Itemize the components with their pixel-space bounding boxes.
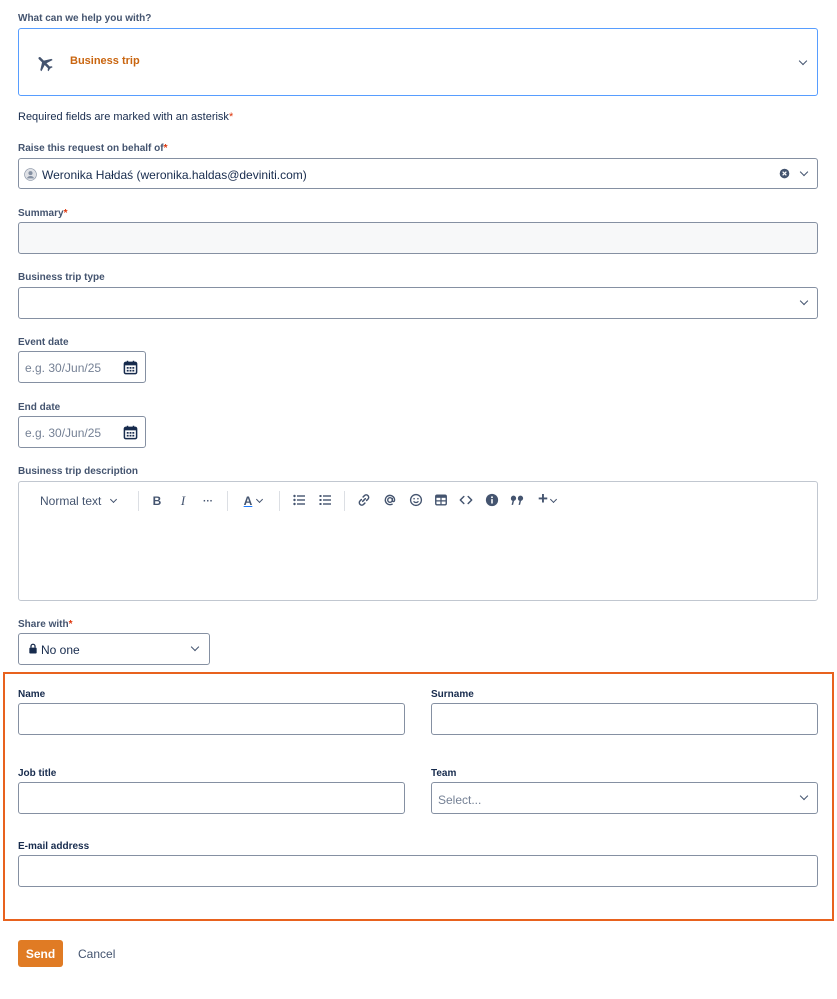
info-panel-icon[interactable] (485, 493, 499, 507)
text-color-button[interactable]: A (240, 492, 256, 510)
user-avatar-icon (24, 168, 37, 181)
end-date-input[interactable]: e.g. 30/Jun/25 (18, 416, 146, 448)
end-date-placeholder: e.g. 30/Jun/25 (25, 426, 102, 440)
team-label: Team (431, 768, 457, 779)
toolbar-divider (344, 491, 345, 511)
airplane-icon (38, 57, 53, 72)
behalf-label: Raise this request on behalf of* (18, 143, 168, 154)
toolbar-divider (138, 491, 139, 511)
chevron-down-icon (110, 495, 118, 503)
share-with-label: Share with* (18, 619, 73, 630)
table-icon[interactable] (434, 493, 448, 507)
name-input[interactable] (18, 703, 405, 735)
bullet-list-icon[interactable] (293, 494, 305, 506)
name-label: Name (18, 689, 46, 700)
summary-label: Summary* (18, 208, 68, 219)
request-type-label: What can we help you with? (18, 13, 152, 24)
required-asterisk: * (228, 111, 234, 123)
send-button[interactable]: Send (18, 940, 63, 967)
surname-input[interactable] (431, 703, 818, 735)
clear-icon[interactable] (779, 168, 790, 179)
emoji-icon[interactable] (409, 493, 423, 507)
email-label: E-mail address (18, 841, 90, 852)
event-date-label: Event date (18, 337, 69, 348)
more-formatting-button[interactable]: ··· (200, 492, 216, 510)
code-icon[interactable] (459, 493, 473, 507)
lock-icon (29, 643, 37, 654)
summary-input[interactable] (18, 222, 818, 254)
mention-icon[interactable] (383, 493, 397, 507)
event-date-input[interactable]: e.g. 30/Jun/25 (18, 351, 146, 383)
numbered-list-icon[interactable] (319, 494, 331, 506)
toolbar-divider (227, 491, 228, 511)
chevron-down-icon (190, 642, 200, 652)
text-style-dropdown[interactable]: Normal text (40, 492, 130, 510)
chevron-down-icon (799, 296, 809, 306)
chevron-down-icon (798, 56, 808, 66)
team-select[interactable]: Select... (431, 782, 818, 814)
bold-button[interactable]: B (150, 492, 164, 510)
insert-more-button[interactable]: + (536, 489, 550, 508)
italic-button[interactable]: I (176, 492, 190, 510)
share-with-value: No one (41, 643, 80, 657)
trip-type-label: Business trip type (18, 272, 105, 283)
toolbar-divider (279, 491, 280, 511)
chevron-down-icon (799, 167, 809, 177)
calendar-icon[interactable] (123, 425, 138, 440)
team-placeholder: Select... (438, 793, 482, 807)
behalf-select[interactable]: Weronika Hałdaś (weronika.haldas@devinit… (18, 158, 818, 189)
required-note: Required fields are marked with an aster… (18, 111, 234, 123)
request-type-select[interactable]: Business trip (18, 28, 818, 96)
job-title-input[interactable] (18, 782, 405, 814)
share-with-select[interactable]: No one (18, 633, 210, 665)
job-title-label: Job title (18, 768, 57, 779)
chevron-down-icon (799, 791, 809, 801)
request-type-value: Business trip (70, 55, 140, 67)
description-label: Business trip description (18, 466, 139, 477)
trip-type-select[interactable] (18, 287, 818, 319)
quote-icon[interactable] (510, 494, 524, 507)
cancel-button[interactable]: Cancel (78, 947, 115, 961)
event-date-placeholder: e.g. 30/Jun/25 (25, 361, 102, 375)
email-input[interactable] (18, 855, 818, 887)
calendar-icon[interactable] (123, 360, 138, 375)
end-date-label: End date (18, 402, 61, 413)
surname-label: Surname (431, 689, 474, 700)
link-icon[interactable] (357, 493, 371, 507)
behalf-value: Weronika Hałdaś (weronika.haldas@devinit… (42, 168, 307, 182)
